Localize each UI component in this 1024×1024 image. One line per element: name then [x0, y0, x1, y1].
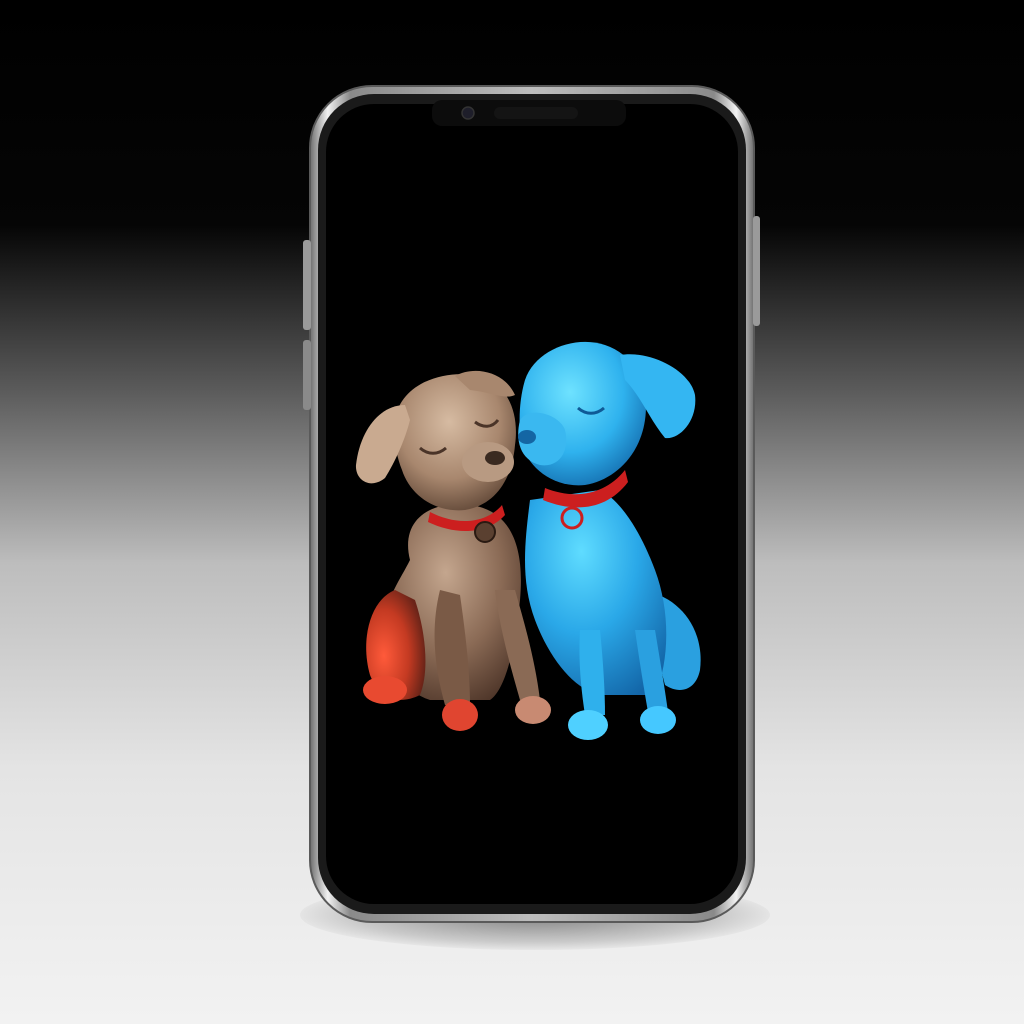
speaker-icon: [494, 107, 578, 119]
power-button[interactable]: [753, 216, 760, 326]
scene-background: [0, 0, 1024, 1024]
volume-button[interactable]: [303, 240, 311, 330]
phone-illustration: [303, 85, 760, 923]
side-button[interactable]: [303, 340, 311, 410]
camera-icon: [461, 106, 475, 120]
phone-notch: [432, 100, 626, 126]
